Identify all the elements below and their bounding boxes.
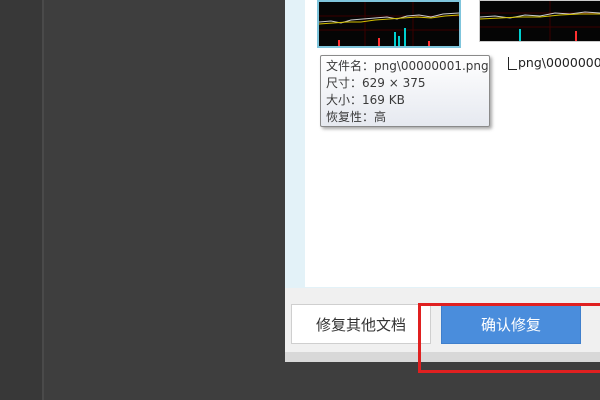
panel-divider (42, 0, 44, 400)
stock-chart-image (319, 2, 459, 46)
file-label-2: png\00000002.png (518, 55, 600, 70)
file-preview-area: png\00000002.png (305, 0, 600, 287)
file-info-tooltip: 文件名：png\00000001.png 尺寸：629 × 375 大小：169… (320, 55, 490, 127)
repair-other-documents-button[interactable]: 修复其他文档 (291, 304, 431, 344)
stock-chart-image (480, 1, 600, 41)
annotation-highlight-box (418, 303, 600, 373)
file-thumbnail-1[interactable] (317, 0, 461, 48)
left-panel (0, 0, 42, 400)
tooltip-dimensions: 尺寸：629 × 375 (326, 76, 426, 90)
tooltip-filename: 文件名：png\00000001.png (326, 59, 489, 73)
checkbox-icon[interactable] (508, 57, 517, 70)
tooltip-recoverability: 恢复性：高 (326, 110, 387, 124)
file-thumbnail-2[interactable] (479, 0, 600, 42)
dialog-content-frame: png\00000002.png (285, 0, 600, 290)
tooltip-size: 大小：169 KB (326, 93, 405, 107)
screen: png\00000002.png 修复其他文档 确认修复 文件名：png\000… (0, 0, 600, 400)
